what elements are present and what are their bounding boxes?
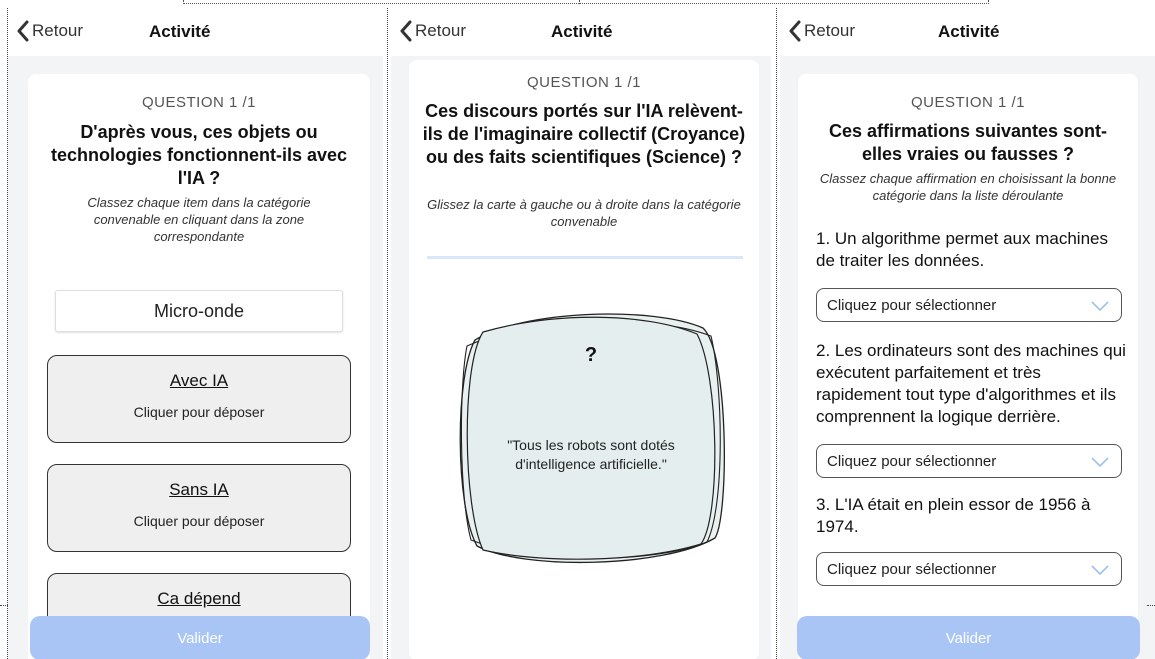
question-text: Ces affirmations suivantes sont-elles vr… [828,121,1108,164]
chevron-left-icon [17,20,29,42]
draggable-item[interactable]: Micro-onde [55,290,343,332]
chevron-down-icon [1091,457,1109,467]
nav-bar: Retour Activité [8,8,383,57]
question-number: QUESTION 1 /1 [141,94,257,111]
screen-3: Retour Activité QUESTION 1 /1 Ces affirm… [780,8,1155,659]
back-button[interactable]: Retour [16,20,83,42]
nav-bar: Retour Activité [391,8,771,57]
screen-2: Retour Activité QUESTION 1 /1 Ces discou… [391,8,771,659]
drop-zone-sans-ia[interactable]: Sans IA Cliquer pour déposer [47,464,351,552]
drop-zone-title: Sans IA [169,480,229,499]
statement-1: 1. Un algorithme permet aux machines de … [816,229,1108,270]
select-placeholder: Cliquez pour sélectionner [827,452,997,470]
page-title: Activité [149,22,211,41]
question-instructions: Classez chaque item dans la catégorie co… [87,195,311,244]
divider [1147,605,1155,606]
question-text: Ces discours portés sur l'IA relèvent-il… [422,101,746,167]
statement-3: 3. L'IA était en plein essor de 1956 à 1… [816,495,1091,536]
divider [7,8,8,659]
validate-button[interactable]: Valider [797,616,1140,659]
divider [0,605,8,606]
nav-bar: Retour Activité [780,8,1155,57]
answer-select-2[interactable]: Cliquez pour sélectionner [816,444,1122,478]
back-label: Retour [32,21,84,40]
question-instructions: Glissez la carte à gauche ou à droite da… [427,197,741,229]
card-mark: ? [584,344,598,366]
back-button[interactable]: Retour [399,20,466,42]
screenshot-frame-top [183,0,989,4]
drop-zone-title: Ca dépend [157,589,241,608]
answer-select-3[interactable]: Cliquez pour sélectionner [816,552,1122,586]
question-number: QUESTION 1 /1 [910,94,1026,111]
validate-button[interactable]: Valider [30,616,370,659]
question-card: QUESTION 1 /1 Ces discours portés sur l'… [409,60,759,659]
card-text: "Tous les robots sont dotés d'intelligen… [507,437,675,472]
select-placeholder: Cliquez pour sélectionner [827,296,997,314]
drop-zone-hint: Cliquer pour déposer [133,513,265,529]
back-label: Retour [415,21,467,40]
progress-divider [427,256,743,259]
chevron-down-icon [1091,301,1109,311]
answer-select-1[interactable]: Cliquez pour sélectionner [816,288,1122,322]
page-title: Activité [551,22,613,41]
back-label: Retour [804,21,856,40]
content-area: QUESTION 1 /1 Ces affirmations suivantes… [780,56,1155,659]
question-number: QUESTION 1 /1 [526,74,642,91]
drop-zone-hint: Cliquer pour déposer [133,404,265,420]
select-placeholder: Cliquez pour sélectionner [827,560,997,578]
question-instructions: Classez chaque affirmation en choisissan… [819,171,1117,203]
divider [776,8,777,659]
swipe-card[interactable]: ? "Tous les robots sont dotés d'intellig… [453,306,729,566]
question-card: QUESTION 1 /1 D'après vous, ces objets o… [28,74,370,659]
divider [387,8,388,659]
drop-zone-avec-ia[interactable]: Avec IA Cliquer pour déposer [47,355,351,443]
page-title: Activité [938,22,1000,41]
chevron-down-icon [1091,565,1109,575]
back-button[interactable]: Retour [788,20,855,42]
chevron-left-icon [789,20,801,42]
content-area: QUESTION 1 /1 D'après vous, ces objets o… [8,56,383,659]
statement-2: 2. Les ordinateurs sont des machines qui… [816,341,1126,426]
question-text: D'après vous, ces objets ou technologies… [50,122,348,188]
chevron-left-icon [400,20,412,42]
content-area: QUESTION 1 /1 Ces discours portés sur l'… [391,56,771,659]
drop-zone-title: Avec IA [169,371,229,390]
screen-1: Retour Activité QUESTION 1 /1 D'après vo… [8,8,383,659]
question-card: QUESTION 1 /1 Ces affirmations suivantes… [798,74,1138,659]
